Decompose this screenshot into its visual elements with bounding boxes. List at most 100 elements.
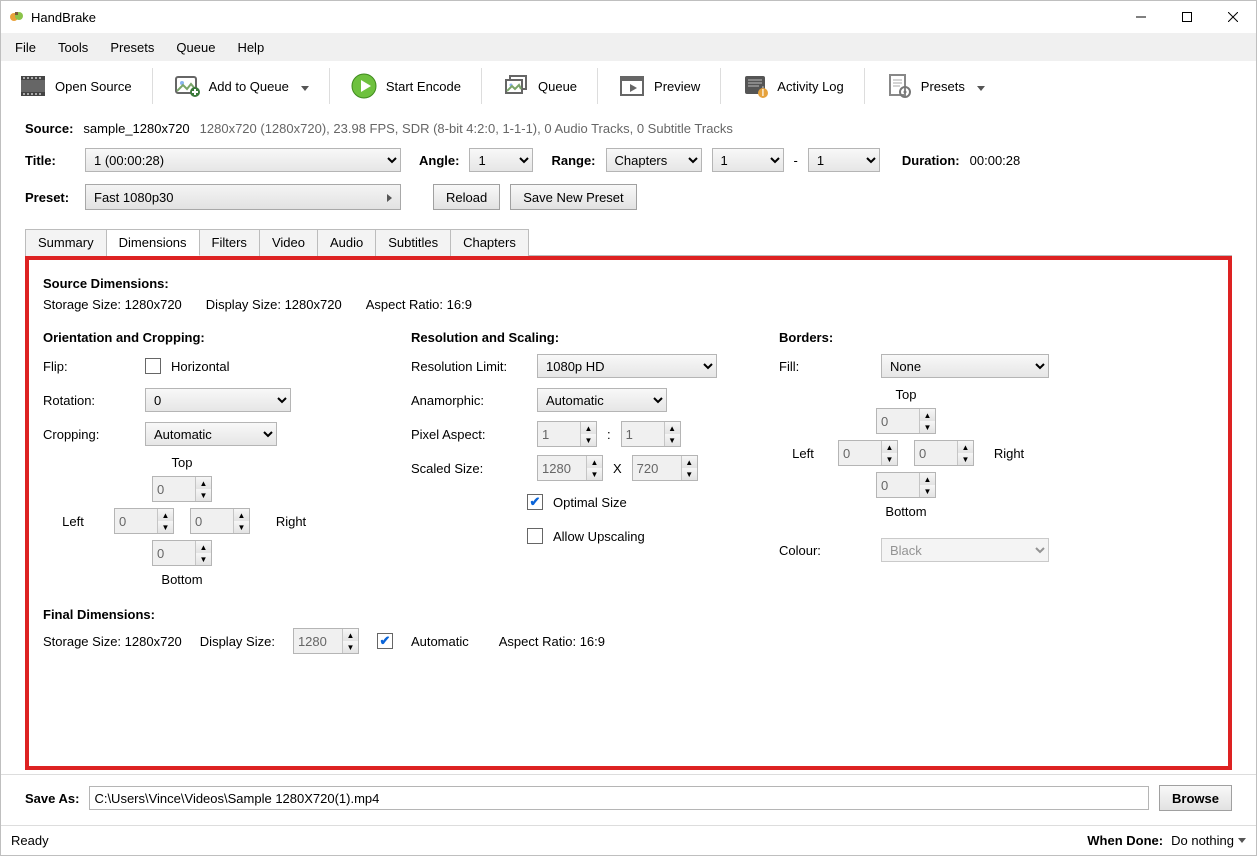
flip-horizontal-label: Horizontal [171,359,230,374]
queue-button[interactable]: Queue [492,68,587,104]
tab-subtitles[interactable]: Subtitles [376,229,451,256]
scaled-width-spinner[interactable]: ▲▼ [537,455,603,481]
dimensions-panel: Source Dimensions: Storage Size: 1280x72… [25,256,1232,770]
crop-right-label: Right [276,514,306,529]
par-x-spinner[interactable]: ▲▼ [537,421,597,447]
preset-value: Fast 1080p30 [94,190,174,205]
presets-button[interactable]: Presets [875,68,995,104]
start-encode-label: Start Encode [386,79,461,94]
tabs: Summary Dimensions Filters Video Audio S… [25,228,1232,256]
preset-row: Preset: Fast 1080p30 Reload Save New Pre… [25,184,1232,210]
fill-label: Fill: [779,359,871,374]
preset-select[interactable]: Fast 1080p30 [85,184,401,210]
source-name: sample_1280x720 [83,121,189,136]
border-bottom-spinner[interactable]: ▲▼ [876,472,936,498]
reload-button[interactable]: Reload [433,184,500,210]
crop-bottom-label: Bottom [161,572,202,587]
border-top-spinner[interactable]: ▲▼ [876,408,936,434]
crop-left-label: Left [62,514,84,529]
colour-select[interactable]: Black [881,538,1049,562]
stack-icon [502,72,530,100]
window-close-button[interactable] [1210,1,1256,33]
fill-select[interactable]: None [881,354,1049,378]
source-info: 1280x720 (1280x720), 23.98 FPS, SDR (8-b… [200,121,733,136]
presets-label: Presets [921,79,965,94]
title-label: Title: [25,153,75,168]
content-area: Source: sample_1280x720 1280x720 (1280x7… [1,111,1256,774]
crop-right-spinner[interactable]: ▲▼ [190,508,250,534]
final-automatic-checkbox[interactable] [377,633,393,649]
angle-select[interactable]: 1 [469,148,533,172]
cropping-select[interactable]: Automatic [145,422,277,446]
image-add-icon [173,72,201,100]
tab-summary[interactable]: Summary [25,229,107,256]
tab-chapters[interactable]: Chapters [451,229,529,256]
par-y-spinner[interactable]: ▲▼ [621,421,681,447]
source-dimensions-values: Storage Size: 1280x720 Display Size: 128… [43,297,1214,312]
border-right-label: Right [994,446,1024,461]
add-to-queue-button[interactable]: Add to Queue [163,68,319,104]
resolution-column: Resolution and Scaling: Resolution Limit… [411,324,731,587]
final-display-spinner[interactable]: ▲▼ [293,628,359,654]
borders-title: Borders: [779,330,1099,345]
scaled-height-spinner[interactable]: ▲▼ [632,455,698,481]
source-label: Source: [25,121,73,136]
preview-button[interactable]: Preview [608,68,710,104]
crop-left-spinner[interactable]: ▲▼ [114,508,174,534]
border-grid: Top ▲▼ Left ▲▼ ▲▼ Right ▲▼ Bottom [779,387,1099,519]
save-new-preset-button[interactable]: Save New Preset [510,184,636,210]
rotation-label: Rotation: [43,393,135,408]
crop-bottom-spinner[interactable]: ▲▼ [152,540,212,566]
tab-dimensions[interactable]: Dimensions [107,229,200,256]
menu-help[interactable]: Help [227,36,274,59]
preset-label: Preset: [25,190,75,205]
activity-log-label: Activity Log [777,79,843,94]
title-select[interactable]: 1 (00:00:28) [85,148,401,172]
menu-queue[interactable]: Queue [166,36,225,59]
allow-upscaling-checkbox[interactable] [527,528,543,544]
border-right-spinner[interactable]: ▲▼ [914,440,974,466]
flip-label: Flip: [43,359,135,374]
menu-presets[interactable]: Presets [100,36,164,59]
when-done-dropdown[interactable]: Do nothing [1171,833,1246,848]
border-left-label: Left [792,446,814,461]
queue-label: Queue [538,79,577,94]
border-left-spinner[interactable]: ▲▼ [838,440,898,466]
preview-icon [618,72,646,100]
toolbar: Open Source Add to Queue Start Encode Qu… [1,61,1256,111]
tab-filters[interactable]: Filters [200,229,260,256]
preview-label: Preview [654,79,700,94]
reslimit-select[interactable]: 1080p HD [537,354,717,378]
window-minimize-button[interactable] [1118,1,1164,33]
flip-horizontal-checkbox[interactable] [145,358,161,374]
borders-column: Borders: Fill: None Top ▲▼ Left ▲▼ ▲▼ Ri… [779,324,1099,587]
chevron-down-icon[interactable] [977,79,985,94]
menu-tools[interactable]: Tools [48,36,98,59]
activity-log-button[interactable]: i Activity Log [731,68,853,104]
range-to-select[interactable]: 1 [808,148,880,172]
browse-button[interactable]: Browse [1159,785,1232,811]
range-type-select[interactable]: Chapters [606,148,702,172]
orientation-column: Orientation and Cropping: Flip: Horizont… [43,324,363,587]
log-icon: i [741,72,769,100]
menu-file[interactable]: File [5,36,46,59]
start-encode-button[interactable]: Start Encode [340,68,471,104]
crop-top-spinner[interactable]: ▲▼ [152,476,212,502]
rotation-select[interactable]: 0 [145,388,291,412]
saveas-row: Save As: Browse [1,774,1256,825]
pixelaspect-label: Pixel Aspect: [411,427,527,442]
range-label: Range: [551,153,595,168]
final-automatic-label: Automatic [411,634,469,649]
chevron-down-icon[interactable] [301,79,309,94]
border-top-label: Top [896,387,917,402]
optimal-size-checkbox[interactable] [527,494,543,510]
range-from-select[interactable]: 1 [712,148,784,172]
scaled-label: Scaled Size: [411,461,527,476]
tab-video[interactable]: Video [260,229,318,256]
open-source-button[interactable]: Open Source [9,68,142,104]
anamorphic-select[interactable]: Automatic [537,388,667,412]
window-maximize-button[interactable] [1164,1,1210,33]
tab-audio[interactable]: Audio [318,229,376,256]
saveas-input[interactable] [89,786,1149,810]
play-icon [350,72,378,100]
